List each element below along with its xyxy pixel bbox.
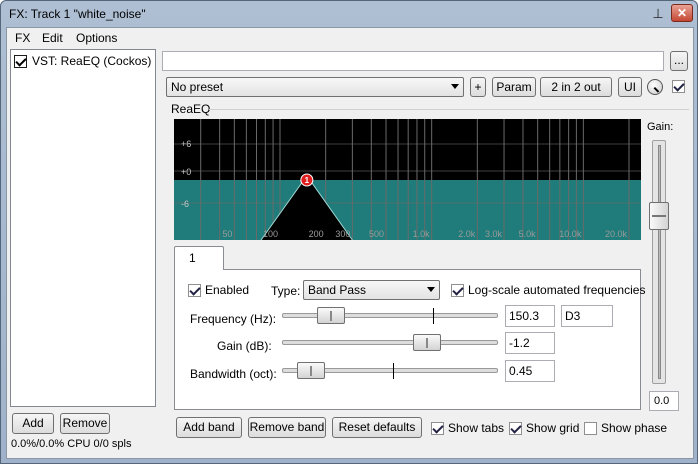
client-area: FX Edit Options VST: ReaEQ (Cockos) Add … [6,27,694,459]
freq-label: 10.0k [559,229,582,239]
band-gain-thumb[interactable] [413,334,441,351]
freq-label: 2.0k [458,229,476,239]
fx-enable-checkbox[interactable] [14,54,27,68]
gain-slider-thumb[interactable] [649,202,669,230]
db-label: +6 [181,139,191,149]
show-grid-option[interactable]: Show grid [509,421,579,435]
db-label: -6 [181,199,189,209]
freq-label: 50 [222,229,232,239]
title-bar[interactable]: FX: Track 1 "white_noise" ⊥ ✕ [1,1,697,27]
logscale-label: Log-scale automated frequencies [468,283,646,297]
gain-label: Gain: [647,121,674,133]
browse-button[interactable]: ... [670,51,688,71]
bandwidth-slider[interactable] [279,362,501,380]
type-value: Band Pass [308,283,367,297]
enabled-checkbox[interactable] [188,283,201,297]
frequency-label: Frequency (Hz): [190,312,277,326]
enabled-label: Enabled [205,283,250,297]
type-label: Type: [271,284,301,298]
add-fx-button[interactable]: Add [12,413,54,434]
show-grid-checkbox[interactable] [509,421,522,435]
cpu-status: 0.0%/0.0% CPU 0/0 spls [11,438,132,450]
logscale-checkbox[interactable] [451,283,464,297]
show-tabs-checkbox[interactable] [431,421,444,435]
band-gain-slider[interactable] [279,334,501,352]
pin-icon[interactable]: ⊥ [650,6,666,22]
eq-graph[interactable]: +6 +0 -6 50 100 200 300 500 1.0k 2.0k 3.0k 5.0k 10.0… [174,119,641,240]
freq-label: 5.0k [519,229,537,239]
menu-options[interactable]: Options [76,31,117,45]
fx-window: FX: Track 1 "white_noise" ⊥ ✕ FX Edit Op… [0,0,698,464]
freq-label: 20.0k [605,229,628,239]
band-marker-label: 1 [305,176,310,185]
gain-slider-track[interactable] [652,140,666,384]
gain-value[interactable]: 0.0 [649,391,679,411]
window-title: FX: Track 1 "white_noise" [9,7,146,21]
band-gain-input[interactable]: -1.2 [505,332,555,354]
reset-defaults-button[interactable]: Reset defaults [332,417,422,438]
menu-edit[interactable]: Edit [42,31,63,45]
preset-value: No preset [171,80,224,94]
db-label: +0 [181,167,191,177]
group-title: ReaEQ [171,102,211,116]
eq-graph-svg: +6 +0 -6 50 100 200 300 500 1.0k 2.0k 3.0k 5.0k 10.0… [174,119,641,240]
type-select[interactable]: Band Pass [303,280,440,300]
enabled-option[interactable]: Enabled [188,283,249,297]
note-input[interactable]: D3 [561,305,613,327]
freq-label: 200 [309,229,324,239]
frequency-default-mark [433,308,434,324]
logscale-option[interactable]: Log-scale automated frequencies [451,283,645,297]
show-phase-label: Show phase [601,421,668,435]
show-tabs-option[interactable]: Show tabs [431,421,504,435]
frequency-slider[interactable] [279,307,501,325]
freq-label: 1.0k [413,229,431,239]
frequency-thumb[interactable] [317,307,345,324]
bandwidth-input[interactable]: 0.45 [505,360,555,382]
bandwidth-default-mark [393,363,394,379]
freq-label: 3.0k [485,229,503,239]
add-band-button[interactable]: Add band [176,417,242,438]
remove-fx-button[interactable]: Remove [60,413,110,434]
show-phase-checkbox[interactable] [584,421,597,435]
band-gain-groove [282,340,498,345]
chevron-down-icon [451,84,459,89]
freq-label: 100 [263,229,278,239]
bypass-checkbox[interactable] [672,80,685,93]
group-divider [209,109,689,110]
fx-chain-list[interactable]: VST: ReaEQ (Cockos) [10,49,156,407]
band-gain-label: Gain (dB): [217,339,272,353]
remove-band-button[interactable]: Remove band [248,417,326,438]
chevron-down-icon [427,287,435,292]
menu-fx[interactable]: FX [15,31,30,45]
frequency-input[interactable]: 150.3 [505,305,555,327]
preset-add-button[interactable]: + [470,77,486,97]
band-panel: Enabled Type: Band Pass Log-scale automa… [174,269,645,410]
ui-button[interactable]: UI [618,77,642,97]
freq-label: 500 [369,229,384,239]
close-button[interactable]: ✕ [671,4,693,22]
menu-bar: FX Edit Options [7,28,693,48]
show-grid-label: Show grid [526,421,580,435]
gain-slider-groove [658,145,661,379]
tab-band-1[interactable]: 1 [174,246,224,270]
show-tabs-label: Show tabs [448,421,505,435]
freq-label: 300 [335,229,350,239]
fx-item-label: VST: ReaEQ (Cockos) [32,54,152,68]
plugin-name-field[interactable] [162,51,664,71]
wet-knob-icon[interactable] [647,79,663,95]
bandwidth-thumb[interactable] [297,362,325,379]
show-phase-option[interactable]: Show phase [584,421,667,435]
frequency-groove [282,313,498,318]
fx-chain-item[interactable]: VST: ReaEQ (Cockos) [14,53,151,69]
io-routing-button[interactable]: 2 in 2 out [540,77,612,97]
bandwidth-label: Bandwidth (oct): [190,367,277,381]
param-button[interactable]: Param [492,77,536,97]
preset-select[interactable]: No preset [166,77,464,97]
